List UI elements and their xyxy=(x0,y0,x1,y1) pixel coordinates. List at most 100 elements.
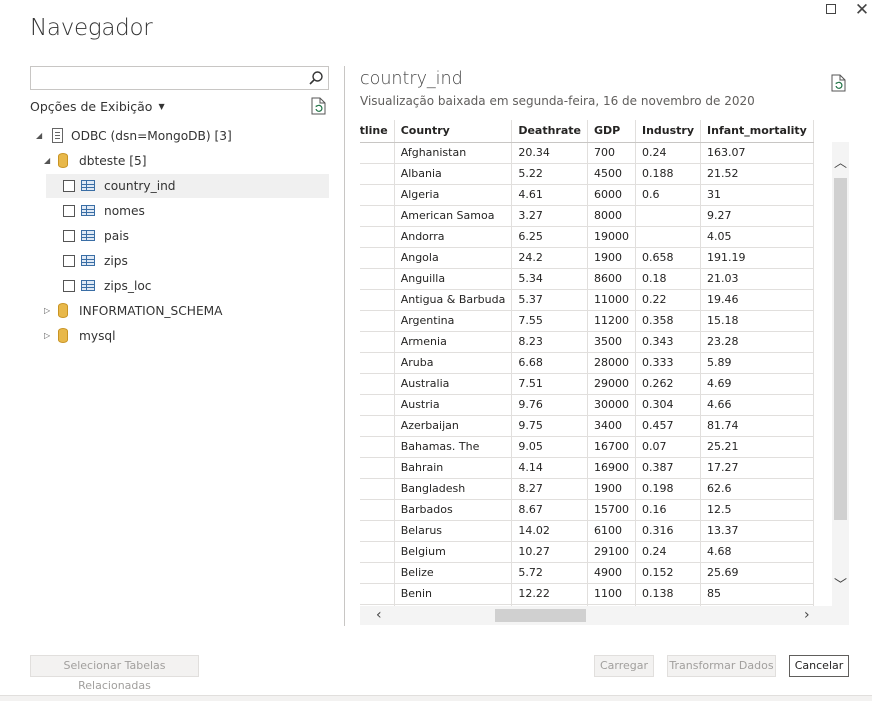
table-cell: 6000 xyxy=(587,184,636,206)
tree-node-information-schema[interactable]: ▷ INFORMATION_SCHEMA xyxy=(30,299,330,323)
table-row: 8Anguilla5.3486000.1821.03 xyxy=(360,268,814,290)
table-cell: Aruba xyxy=(394,352,513,374)
horizontal-scrollbar[interactable]: ‹ › xyxy=(360,606,849,625)
table-cell: Austria xyxy=(394,394,513,416)
table-cell: Australia xyxy=(394,373,513,395)
table-checkbox[interactable] xyxy=(63,230,75,242)
table-cell: Bangladesh xyxy=(394,478,513,500)
column-header[interactable]: Infant_mortality xyxy=(700,120,814,143)
tree-node-label: INFORMATION_SCHEMA xyxy=(79,304,223,318)
table-cell: 14.02 xyxy=(511,520,588,542)
table-cell: 28000 xyxy=(587,352,636,374)
tree-table-pais[interactable]: pais xyxy=(46,224,329,248)
table-cell: 62.6 xyxy=(700,478,814,500)
table-cell: 6.25 xyxy=(511,226,588,248)
dialog-footer-border xyxy=(0,695,872,701)
scroll-thumb[interactable] xyxy=(834,178,847,520)
table-cell: 41 xyxy=(360,436,395,458)
table-cell xyxy=(360,331,395,353)
vertical-scrollbar[interactable]: ︿ ﹀ xyxy=(832,142,849,606)
table-cell: 21 xyxy=(360,457,395,479)
table-cell: 5.34 xyxy=(511,268,588,290)
table-checkbox[interactable] xyxy=(63,205,75,217)
transform-data-button[interactable]: Transformar Dados xyxy=(667,655,776,677)
tree-node-label: country_ind xyxy=(104,179,176,193)
table-cell: Armenia xyxy=(394,331,513,353)
table-cell: 0.262 xyxy=(635,373,702,395)
column-header[interactable]: GDP xyxy=(587,120,636,143)
table-row: 51Barbados8.67157000.1612.5 xyxy=(360,499,814,521)
search-input[interactable] xyxy=(30,66,329,90)
table-cell: 191.19 xyxy=(700,247,814,269)
column-header[interactable]: Industry xyxy=(635,120,702,143)
view-options-dropdown[interactable]: Opções de Exibição ▼ xyxy=(30,99,165,114)
scroll-left-icon[interactable]: ‹ xyxy=(376,606,382,625)
table-cell: 3 xyxy=(360,247,395,269)
preview-grid[interactable]: CoastlineCountryDeathrateGDPIndustryInfa… xyxy=(360,120,849,606)
scroll-down-icon[interactable]: ﹀ xyxy=(834,574,847,593)
table-cell: 12.5 xyxy=(700,499,814,521)
table-cell xyxy=(360,394,395,416)
pane-divider[interactable] xyxy=(344,66,345,626)
table-icon xyxy=(81,205,95,216)
column-header[interactable]: Coastline xyxy=(360,120,395,143)
table-cell: 0.316 xyxy=(635,520,702,542)
table-cell: Belize xyxy=(394,562,513,584)
scroll-right-icon[interactable]: › xyxy=(804,606,810,625)
load-button[interactable]: Carregar xyxy=(594,655,654,677)
table-cell: Benin xyxy=(394,583,513,605)
table-cell: Azerbaijan xyxy=(394,415,513,437)
collapse-arrow-icon[interactable]: ▷ xyxy=(44,299,50,323)
expand-arrow-icon[interactable]: ◢ xyxy=(36,124,42,148)
search-icon[interactable] xyxy=(308,70,324,86)
table-cell: 4.05 xyxy=(700,226,814,248)
column-header[interactable]: Country xyxy=(394,120,513,143)
data-table: CoastlineCountryDeathrateGDPIndustryInfa… xyxy=(360,120,814,606)
collapse-arrow-icon[interactable]: ▷ xyxy=(44,324,50,348)
table-checkbox[interactable] xyxy=(63,255,75,267)
table-cell: 8000 xyxy=(587,205,636,227)
table-cell: Belarus xyxy=(394,520,513,542)
table-cell: 8.27 xyxy=(511,478,588,500)
select-related-tables-button[interactable]: Selecionar Tabelas Relacionadas xyxy=(30,655,199,692)
table-cell: 8 xyxy=(360,562,395,584)
table-cell: 7.51 xyxy=(511,373,588,395)
table-row: Armenia 8.23 3500 0.343 23.28 xyxy=(360,331,814,353)
table-row: 4Australia7.51290000.2624.69 xyxy=(360,373,814,395)
tree-table-zips_loc[interactable]: zips_loc xyxy=(46,274,329,298)
table-cell: 4.69 xyxy=(700,373,814,395)
tree-table-zips[interactable]: zips xyxy=(46,249,329,273)
table-cell: 29 xyxy=(360,205,395,227)
table-icon xyxy=(81,180,95,191)
table-cell: 8.23 xyxy=(511,331,588,353)
table-cell: 31 xyxy=(700,184,814,206)
table-cell: 51 xyxy=(360,499,395,521)
close-icon[interactable]: ✕ xyxy=(853,1,871,19)
table-cell: 15.18 xyxy=(700,310,814,332)
table-cell: 13.37 xyxy=(700,520,814,542)
maximize-icon[interactable] xyxy=(822,1,840,19)
scroll-up-icon[interactable]: ︿ xyxy=(834,152,847,171)
scroll-thumb[interactable] xyxy=(495,609,586,622)
table-checkbox[interactable] xyxy=(63,180,75,192)
table-cell: 19000 xyxy=(587,226,636,248)
table-cell: 6.68 xyxy=(511,352,588,374)
tree-node-odbc[interactable]: ◢ ODBC (dsn=MongoDB) [3] xyxy=(30,124,330,148)
column-header[interactable]: Deathrate xyxy=(511,120,588,143)
tree-table-nomes[interactable]: nomes xyxy=(46,199,329,223)
cancel-button[interactable]: Cancelar xyxy=(789,655,849,677)
tree-node-mysql[interactable]: ▷ mysql xyxy=(30,324,330,348)
table-cell: 4.61 xyxy=(511,184,588,206)
refresh-icon[interactable] xyxy=(311,97,327,115)
refresh-preview-icon[interactable] xyxy=(831,74,847,92)
table-cell: 0.304 xyxy=(635,394,702,416)
preview-subtitle: Visualização baixada em segunda-feira, 1… xyxy=(360,94,755,108)
expand-arrow-icon[interactable]: ◢ xyxy=(44,149,50,173)
table-row: Afghanistan 20.34 700 0.24 163.07 xyxy=(360,142,814,164)
table-checkbox[interactable] xyxy=(63,280,75,292)
table-cell: 0.457 xyxy=(635,415,702,437)
tree-table-country_ind[interactable]: country_ind xyxy=(46,174,329,198)
table-cell: American Samoa xyxy=(394,205,513,227)
tree-node-dbteste[interactable]: ◢ dbteste [5] xyxy=(30,149,330,173)
table-cell: 3.27 xyxy=(511,205,588,227)
